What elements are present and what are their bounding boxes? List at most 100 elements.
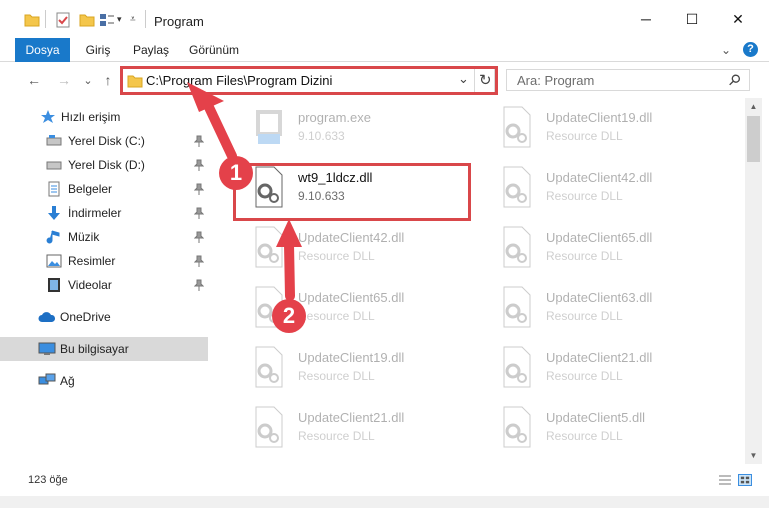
- ribbon-tabs: Dosya Giriş Paylaş Görünüm ⌄ ?: [0, 38, 769, 92]
- dll-icon: [503, 226, 531, 268]
- file-name: UpdateClient19.dll: [298, 350, 405, 365]
- network-icon: [38, 373, 56, 385]
- music-icon: [46, 230, 60, 244]
- star-icon: [41, 110, 55, 123]
- file-item-program-exe[interactable]: program.exe 9.10.633: [228, 102, 458, 156]
- file-type: Resource DLL: [298, 309, 375, 323]
- sidebar-item-music[interactable]: Müzik: [0, 225, 208, 249]
- customize-toolbar-icon[interactable]: ⩡: [130, 14, 136, 25]
- search-placeholder: Ara: Program: [517, 73, 595, 88]
- tab-share[interactable]: Paylaş: [126, 38, 176, 62]
- scroll-up-icon[interactable]: ▲: [745, 98, 762, 115]
- file-list: program.exe 9.10.633 UpdateClient19.dll …: [212, 100, 745, 462]
- sidebar-item-onedrive[interactable]: OneDrive: [0, 305, 208, 329]
- customize-quick-access-icon[interactable]: [99, 12, 115, 28]
- file-name: program.exe: [298, 110, 371, 125]
- file-item-dll[interactable]: UpdateClient5.dll Resource DLL: [476, 402, 706, 456]
- scroll-thumb[interactable]: [747, 116, 760, 162]
- document-icon: [48, 181, 60, 197]
- sidebar-item-quick-access[interactable]: Hızlı erişim: [0, 105, 208, 129]
- pin-icon[interactable]: [194, 159, 204, 171]
- computer-icon: [38, 342, 56, 355]
- vertical-scrollbar[interactable]: ▲ ▼: [745, 98, 762, 464]
- pin-icon[interactable]: [194, 207, 204, 219]
- file-type: Resource DLL: [546, 309, 623, 323]
- search-input[interactable]: Ara: Program ⚲: [506, 69, 750, 91]
- file-type: Resource DLL: [298, 429, 375, 443]
- new-folder-icon[interactable]: [79, 12, 95, 28]
- large-icons-view-icon[interactable]: [738, 474, 752, 486]
- dll-icon: [503, 286, 531, 328]
- minimize-button[interactable]: ─: [623, 0, 669, 38]
- window-title: Program: [154, 14, 204, 29]
- file-name: UpdateClient19.dll: [546, 110, 653, 125]
- sidebar-item-videos[interactable]: Videolar: [0, 273, 208, 297]
- file-item-dll[interactable]: UpdateClient19.dll Resource DLL: [476, 102, 706, 156]
- dll-icon: [503, 406, 531, 448]
- sidebar-item-this-pc[interactable]: Bu bilgisayar: [0, 337, 208, 361]
- recent-locations-button[interactable]: ⌄: [78, 71, 98, 89]
- file-type: Resource DLL: [298, 249, 375, 263]
- sidebar-item-label: İndirmeler: [68, 206, 122, 220]
- step-one-badge: 1: [219, 156, 253, 190]
- scroll-down-icon[interactable]: ▼: [745, 447, 762, 464]
- title-divider: [145, 10, 146, 28]
- file-item-dll[interactable]: UpdateClient42.dll Resource DLL: [228, 222, 458, 276]
- navigation-pane: Hızlı erişim Yerel Disk (C:) Yerel Disk …: [0, 100, 210, 460]
- pin-icon[interactable]: [194, 255, 204, 267]
- sidebar-item-label: Videolar: [68, 278, 112, 292]
- pin-icon[interactable]: [194, 135, 204, 147]
- help-icon[interactable]: ?: [743, 42, 758, 57]
- close-button[interactable]: ✕: [715, 0, 761, 38]
- sidebar-item-label: Resimler: [68, 254, 116, 268]
- item-count: 123 öğe: [28, 474, 68, 486]
- sidebar-item-label: Bu bilgisayar: [60, 342, 129, 356]
- expand-ribbon-icon[interactable]: ⌄: [718, 38, 734, 62]
- pin-icon[interactable]: [194, 183, 204, 195]
- back-button[interactable]: ←: [24, 71, 44, 89]
- file-item-dll[interactable]: UpdateClient65.dll Resource DLL: [476, 222, 706, 276]
- file-item-dll[interactable]: UpdateClient63.dll Resource DLL: [476, 282, 706, 336]
- sidebar-item-label: Ağ: [60, 374, 75, 388]
- sidebar-item-label: OneDrive: [60, 310, 111, 324]
- sidebar-item-documents[interactable]: Belgeler: [0, 177, 208, 201]
- file-name: UpdateClient63.dll: [546, 290, 653, 305]
- status-bar: 123 öğe: [0, 466, 769, 494]
- sidebar-item-disk-c[interactable]: Yerel Disk (C:): [0, 129, 208, 153]
- sidebar-item-network[interactable]: Ağ: [0, 369, 208, 393]
- maximize-button[interactable]: ☐: [669, 0, 715, 38]
- file-name: UpdateClient42.dll: [546, 170, 653, 185]
- file-item-dll[interactable]: UpdateClient19.dll Resource DLL: [228, 342, 458, 396]
- file-item-dll[interactable]: UpdateClient42.dll Resource DLL: [476, 162, 706, 216]
- pin-icon[interactable]: [194, 279, 204, 291]
- video-icon: [48, 278, 60, 292]
- file-item-dll[interactable]: UpdateClient21.dll Resource DLL: [228, 402, 458, 456]
- file-item-dll[interactable]: UpdateClient65.dll Resource DLL: [228, 282, 458, 336]
- qa-divider: [45, 10, 46, 28]
- file-item-dll[interactable]: UpdateClient21.dll Resource DLL: [476, 342, 706, 396]
- qa-dropdown-icon[interactable]: ▾: [117, 14, 122, 25]
- file-type: Resource DLL: [298, 369, 375, 383]
- sidebar-item-downloads[interactable]: İndirmeler: [0, 201, 208, 225]
- forward-button[interactable]: →: [54, 71, 74, 89]
- details-view-icon[interactable]: [718, 474, 732, 486]
- properties-icon[interactable]: [55, 12, 71, 28]
- address-bar-highlight: [120, 66, 498, 95]
- title-bar: ▾ ⩡ Program ─ ☐ ✕: [0, 0, 769, 38]
- dll-icon: [255, 226, 283, 268]
- file-version: 9.10.633: [298, 129, 345, 143]
- sidebar-item-pictures[interactable]: Resimler: [0, 249, 208, 273]
- tab-view[interactable]: Görünüm: [186, 38, 242, 62]
- up-button[interactable]: ↑: [98, 71, 118, 89]
- sidebar-item-label: Yerel Disk (D:): [68, 158, 145, 172]
- exe-icon: [256, 110, 282, 144]
- dll-icon: [503, 166, 531, 208]
- search-icon: ⚲: [724, 70, 745, 91]
- dll-icon: [255, 346, 283, 388]
- sidebar-item-label: Belgeler: [68, 182, 113, 196]
- tab-home[interactable]: Giriş: [78, 38, 118, 62]
- sidebar-item-label: Müzik: [68, 230, 100, 244]
- pin-icon[interactable]: [194, 231, 204, 243]
- file-type: Resource DLL: [546, 249, 623, 263]
- sidebar-item-disk-d[interactable]: Yerel Disk (D:): [0, 153, 208, 177]
